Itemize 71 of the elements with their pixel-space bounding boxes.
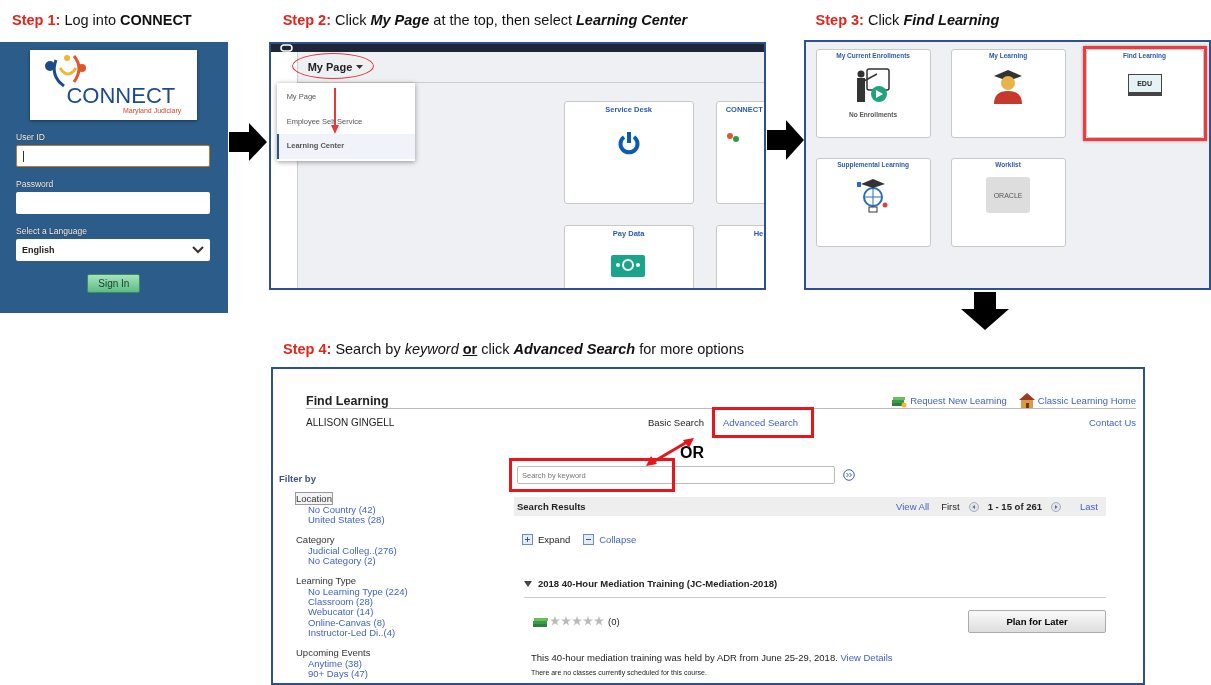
course-description: This 40-hour mediation training was held by ADR from June 25-29, 2018. — [531, 652, 838, 663]
results-heading: Search Results — [517, 501, 586, 512]
filter-option-link[interactable]: No Learning Type (224) — [308, 586, 408, 598]
caret-icon — [356, 65, 364, 69]
course-title: 2018 40-Hour Mediation Training (JC-Mediation-2018) — [538, 578, 778, 589]
step-heading: Step 4: Search by keyword or click Advanced Search for more options — [283, 341, 744, 357]
previous-icon[interactable] — [968, 501, 979, 512]
disclosure-triangle-icon[interactable] — [524, 580, 532, 587]
language-select[interactable]: English — [16, 239, 210, 261]
step-heading: Step 2: Click My Page at the top, then select Learning Center — [282, 12, 688, 28]
plan-for-later-button[interactable]: Plan for Later — [968, 609, 1106, 633]
banknote-icon — [610, 255, 647, 277]
field-label: Password — [16, 179, 55, 189]
filter-option-link[interactable]: No Country (42) — [308, 505, 376, 516]
view-all-link[interactable]: View All — [896, 501, 930, 512]
field-label: User ID — [16, 132, 46, 142]
first-label: First — [941, 501, 960, 512]
filter-group-heading[interactable]: Upcoming Events — [295, 645, 372, 659]
page-title: Find Learning — [306, 393, 389, 408]
search-mode-link[interactable]: Advanced Search — [712, 406, 814, 438]
sign-in-button[interactable]: Sign In — [87, 274, 141, 293]
filter-option-link[interactable]: Online-Canvas (8) — [308, 617, 386, 629]
header-link[interactable]: Request New Learning — [891, 393, 1007, 408]
star-icon — [561, 616, 571, 626]
contact-us-link[interactable]: Contact Us — [1089, 416, 1136, 428]
right-arrow-icon — [766, 120, 804, 160]
chevron-down-icon — [192, 246, 204, 254]
star-icon — [550, 616, 560, 626]
field-label: Select a Language — [16, 226, 88, 236]
header-link[interactable]: Classic Learning Home — [1018, 393, 1136, 408]
logo-icon — [725, 131, 740, 145]
collapse-icon[interactable] — [583, 533, 595, 545]
filter-option-link[interactable]: 90+ Days (47) — [308, 669, 368, 680]
rating-count: (0) — [608, 615, 620, 627]
right-arrow-icon — [228, 123, 267, 161]
filter-group-heading[interactable]: Learning Type — [295, 573, 358, 587]
expand-icon[interactable] — [522, 533, 533, 545]
filter-option-link[interactable]: Anytime (38) — [308, 658, 362, 670]
next-icon[interactable] — [1051, 501, 1062, 512]
logo-text: CONNECT — [66, 85, 176, 107]
presenter-icon — [855, 68, 892, 104]
last-link[interactable]: Last — [1080, 501, 1098, 512]
view-details-link[interactable]: View Details — [840, 652, 893, 663]
filter-group-heading[interactable]: Location — [295, 492, 333, 505]
filter-option-link[interactable]: Classroom (28) — [308, 597, 373, 608]
user-name: ALLISON GINGELL — [306, 416, 396, 428]
collapse-link[interactable]: Collapse — [599, 533, 637, 545]
power-icon — [617, 131, 640, 155]
or-annotation: OR — [680, 445, 704, 461]
go-icon[interactable] — [843, 469, 855, 481]
graduate-icon — [993, 68, 1024, 104]
password-field[interactable] — [16, 192, 210, 214]
user-id-field[interactable] — [16, 145, 210, 167]
star-icon — [572, 616, 582, 626]
house-icon — [1018, 393, 1035, 408]
step-heading: Step 1: Log into CONNECT — [12, 12, 192, 28]
step-heading: Step 3: Click Find Learning — [815, 12, 1000, 28]
down-arrow-icon — [960, 292, 1009, 330]
filter-group-heading[interactable]: Category — [295, 532, 336, 546]
star-icon — [583, 616, 593, 626]
filter-option-link[interactable]: No Category (2) — [308, 556, 376, 567]
page-range: 1 - 15 of 261 — [987, 501, 1043, 512]
expand-link[interactable]: Expand — [538, 533, 571, 545]
filter-heading: Filter by — [279, 473, 316, 484]
filter-option-link[interactable]: Instructor-Led Di..(4) — [308, 628, 396, 639]
filter-option-link[interactable]: Judicial Colleg..(276) — [308, 545, 397, 557]
my-page-menu-button[interactable]: My Page — [307, 61, 364, 73]
filter-option-link[interactable]: United States (28) — [308, 515, 385, 526]
star-icon — [594, 616, 604, 626]
filter-option-link[interactable]: Webucator (14) — [308, 607, 374, 618]
search-mode-link[interactable]: Basic Search — [648, 409, 712, 435]
